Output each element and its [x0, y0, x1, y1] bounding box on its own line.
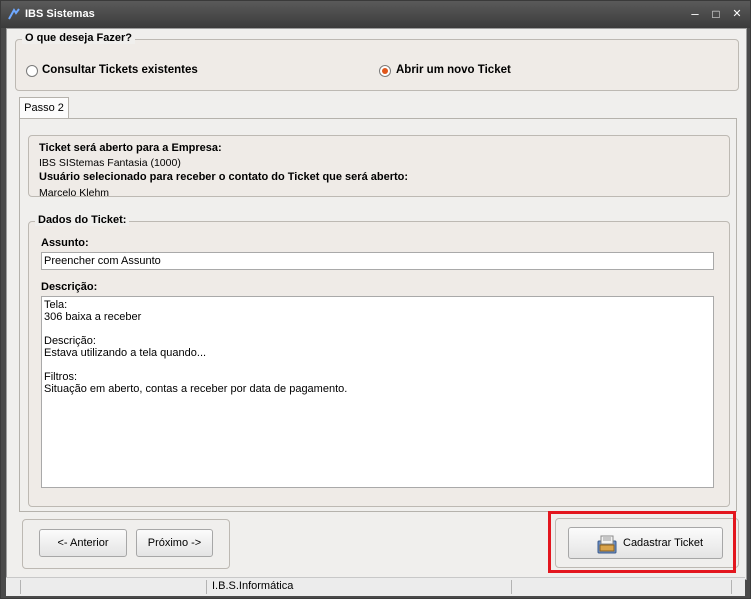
- window-title: IBS Sistemas: [25, 8, 95, 20]
- navigation-panel: <- Anterior Próximo ->: [22, 519, 230, 569]
- status-separator: [511, 580, 512, 594]
- radio-consult-tickets[interactable]: [26, 65, 38, 77]
- description-label: Descrição:: [41, 281, 98, 293]
- description-line: Descrição:: [44, 335, 96, 347]
- description-line: [44, 323, 711, 335]
- status-separator: [20, 580, 21, 594]
- description-line: Filtros:: [44, 371, 77, 383]
- ticket-data-groupbox: Dados do Ticket: Assunto: Preencher com …: [28, 214, 730, 507]
- app-window: IBS Sistemas – □ ✕ O que deseja Fazer? C…: [0, 0, 751, 599]
- description-line: Tela:: [44, 299, 68, 311]
- user-value: Marcelo Klehm: [39, 187, 110, 199]
- status-separator: [206, 580, 207, 594]
- tab-passo-2[interactable]: Passo 2: [19, 97, 69, 118]
- company-heading: Ticket será aberto para a Empresa:: [39, 142, 222, 154]
- description-line: [44, 359, 711, 371]
- action-groupbox: O que deseja Fazer? Consultar Tickets ex…: [15, 32, 739, 91]
- status-separator: [731, 580, 732, 594]
- description-line: Estava utilizando a tela quando...: [44, 347, 207, 359]
- minimize-button[interactable]: –: [687, 6, 703, 22]
- company-info-groupbox: Ticket será aberto para a Empresa: IBS S…: [28, 135, 730, 199]
- radio-consult-label[interactable]: Consultar Tickets existentes: [42, 64, 198, 76]
- ticket-data-title: Dados do Ticket:: [35, 214, 130, 226]
- status-company-text: I.B.S.Informática: [212, 580, 294, 592]
- radio-new-label[interactable]: Abrir um novo Ticket: [396, 64, 511, 76]
- previous-button[interactable]: <- Anterior: [39, 529, 127, 557]
- description-line: 306 baixa a receber: [44, 311, 142, 323]
- subject-input[interactable]: Preencher com Assunto: [41, 252, 714, 270]
- next-button[interactable]: Próximo ->: [136, 529, 213, 557]
- title-bar[interactable]: IBS Sistemas – □ ✕: [1, 1, 750, 28]
- maximize-button[interactable]: □: [708, 6, 724, 22]
- company-value: IBS SIStemas Fantasia (1000): [39, 157, 181, 169]
- subject-label: Assunto:: [41, 237, 89, 249]
- status-bar: I.B.S.Informática: [6, 577, 745, 596]
- highlight-box: [548, 511, 736, 573]
- app-logo-icon: [8, 8, 20, 20]
- radio-new-ticket[interactable]: [379, 65, 391, 77]
- close-button[interactable]: ✕: [729, 6, 745, 22]
- client-area: O que deseja Fazer? Consultar Tickets ex…: [6, 28, 747, 580]
- user-heading: Usuário selecionado para receber o conta…: [39, 171, 409, 183]
- description-line: Situação em aberto, contas a receber por…: [44, 383, 348, 395]
- description-textarea[interactable]: Tela: 306 baixa a receber Descrição: Est…: [41, 296, 714, 488]
- tab-page: Ticket será aberto para a Empresa: IBS S…: [19, 118, 737, 512]
- action-group-title: O que deseja Fazer?: [22, 32, 135, 44]
